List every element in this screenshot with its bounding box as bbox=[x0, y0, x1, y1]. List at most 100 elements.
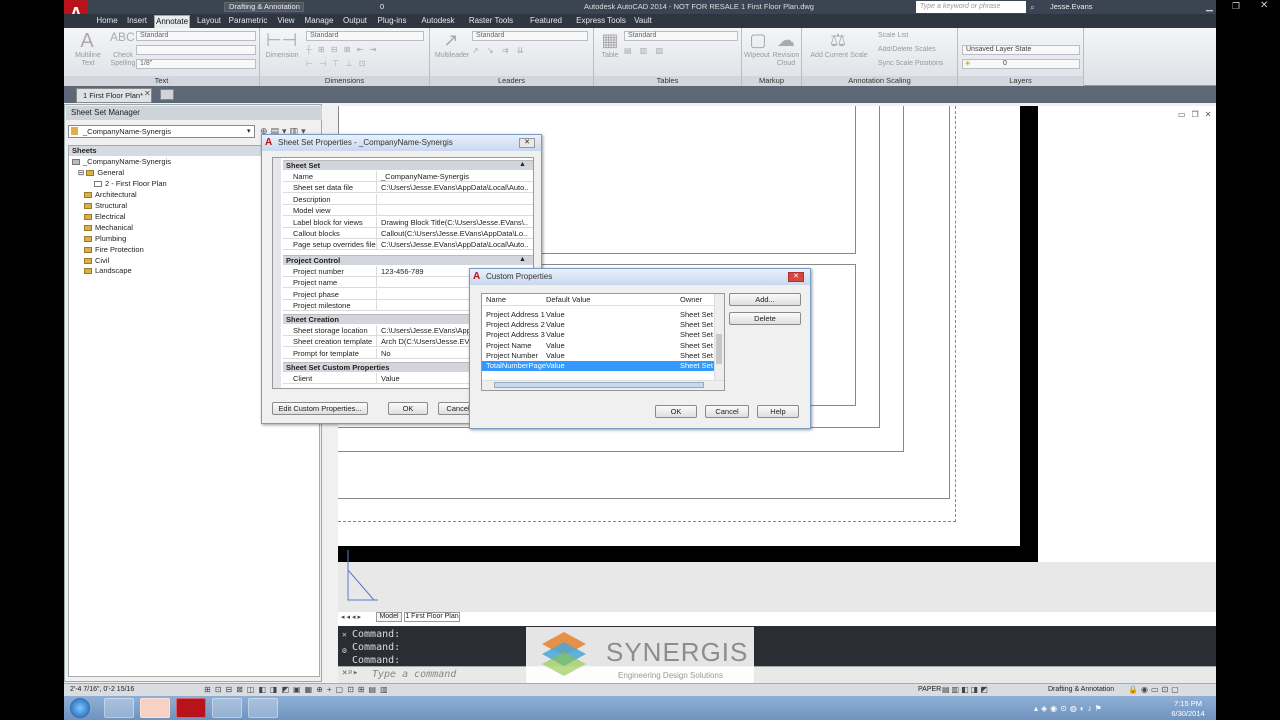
list-item[interactable]: Project Address 3 Value Sheet Set bbox=[482, 330, 714, 340]
app-taskbar-icon[interactable] bbox=[212, 698, 242, 718]
list-item[interactable]: Project Name Value Sheet Set bbox=[482, 341, 714, 351]
table-style-combo[interactable]: Standard bbox=[624, 31, 738, 41]
text-style-combo[interactable]: Standard bbox=[136, 31, 256, 41]
tree-mechanical[interactable]: Mechanical bbox=[84, 223, 133, 233]
tab-vault[interactable]: Vault bbox=[630, 15, 656, 28]
tab-manage[interactable]: Manage bbox=[302, 15, 336, 28]
tab-layout[interactable]: Layout bbox=[194, 15, 224, 28]
sheet-set-properties-close-button[interactable]: ✕ bbox=[519, 138, 535, 148]
text-panel-title[interactable]: Text bbox=[64, 76, 259, 86]
text-find-combo[interactable] bbox=[136, 45, 256, 55]
tab-plugins[interactable]: Plug-ins bbox=[374, 15, 410, 28]
list-item[interactable]: Project Address 2 Value Sheet Set bbox=[482, 320, 714, 330]
multiline-text-icon[interactable]: A bbox=[72, 30, 102, 53]
paper-space-toggle[interactable]: PAPER bbox=[918, 684, 941, 696]
leaders-panel-title[interactable]: Leaders bbox=[430, 76, 593, 86]
search-icon[interactable]: ⌕ bbox=[1030, 2, 1035, 13]
wipeout-icon[interactable]: ▢ bbox=[746, 30, 770, 51]
layer-combo[interactable]: 0 bbox=[962, 59, 1080, 69]
layer-quick-dropdown[interactable]: 0 bbox=[380, 2, 460, 12]
chevron-down-icon[interactable]: ▾ bbox=[247, 127, 251, 135]
tables-panel-title[interactable]: Tables bbox=[594, 76, 741, 86]
section-project-control[interactable]: Project Control bbox=[283, 255, 533, 265]
ok-button[interactable]: OK bbox=[388, 402, 428, 415]
sync-scale-positions-button[interactable]: Sync Scale Positions bbox=[878, 60, 956, 68]
property-row[interactable]: Model view bbox=[283, 205, 533, 217]
custom-properties-close-button[interactable]: ✕ bbox=[788, 272, 804, 282]
tab-first-floor-plan-layout[interactable]: 1 First Floor Plan bbox=[404, 612, 460, 622]
wrench-icon[interactable]: ⚙ bbox=[342, 646, 347, 655]
check-spelling-icon[interactable]: ABC bbox=[110, 30, 135, 44]
restore-icon[interactable]: ❐ bbox=[1232, 1, 1240, 12]
tab-parametric[interactable]: Parametric bbox=[228, 15, 268, 28]
sheet-set-dropdown[interactable]: _CompanyName-Synergis bbox=[68, 125, 255, 138]
start-button[interactable] bbox=[70, 698, 90, 718]
drafting-toggle-icons[interactable]: ⊞⊡⊟⊠◫◧◨◩▣▦⊕+▢⊡⊞▤▥ bbox=[204, 684, 392, 696]
file-tab-close-icon[interactable]: ✕ bbox=[144, 89, 151, 98]
add-current-scale-icon[interactable]: ⚖ bbox=[826, 30, 850, 51]
table-tools-row[interactable]: ▤ ▥ ▧ bbox=[624, 46, 666, 55]
leader-style-combo[interactable]: Standard bbox=[472, 31, 588, 41]
delete-property-button[interactable]: Delete bbox=[729, 312, 801, 325]
status-icons[interactable]: ▤▥◧◨◩ bbox=[942, 684, 990, 696]
close-icon[interactable]: ✕ bbox=[1260, 0, 1268, 11]
property-row[interactable]: Description bbox=[283, 193, 533, 205]
property-value[interactable]: _CompanyName-Synergis bbox=[378, 171, 528, 182]
revision-cloud-icon[interactable]: ☁ bbox=[774, 30, 798, 51]
collapse-icon[interactable]: ▲ bbox=[519, 161, 526, 168]
property-value[interactable]: C:\Users\Jesse.EVans\AppData\Local\Auto.… bbox=[378, 182, 528, 193]
property-value[interactable]: C:\Users\Jesse.EVans\AppData\Local\Auto.… bbox=[378, 239, 528, 250]
property-row[interactable]: Label block for views Drawing Block Title… bbox=[283, 216, 533, 228]
status-tray-icons[interactable]: 🔒◉▭⊡▢ bbox=[1128, 684, 1182, 696]
table-icon[interactable]: ▦ bbox=[598, 30, 622, 51]
collapse-icon[interactable]: ▲ bbox=[519, 256, 526, 263]
markup-panel-title[interactable]: Markup bbox=[742, 76, 801, 86]
clock-date[interactable]: 6/30/2014 bbox=[1168, 709, 1208, 718]
multileader-icon[interactable]: ↗ bbox=[436, 30, 466, 51]
dimension-tools-row[interactable]: ┼ ⊞ ⊟ ⊠ ⇤ ⇥ bbox=[306, 45, 424, 55]
section-sheet-set[interactable]: Sheet Set bbox=[283, 160, 533, 170]
tree-general[interactable]: ⊟ General bbox=[78, 168, 124, 178]
ok-button[interactable]: OK bbox=[655, 405, 697, 418]
dimension-style-combo[interactable]: Standard bbox=[306, 31, 424, 41]
tree-architectural[interactable]: Architectural bbox=[84, 190, 137, 200]
leader-tools-row[interactable]: ↗ ↘ ⇉ ⇊ bbox=[472, 46, 526, 55]
viewport-window-controls[interactable]: ▭❐✕ bbox=[1178, 110, 1217, 119]
tree-structural[interactable]: Structural bbox=[84, 201, 127, 211]
tab-raster-tools[interactable]: Raster Tools bbox=[468, 15, 514, 28]
annotation-scaling-panel-title[interactable]: Annotation Scaling bbox=[802, 76, 957, 86]
command-input[interactable]: ✕⌕▸ Type a command bbox=[338, 666, 1216, 683]
user-account[interactable]: Jesse.Evans bbox=[1050, 2, 1093, 12]
camtasia-taskbar-icon[interactable] bbox=[248, 698, 278, 718]
powerpoint-taskbar-icon[interactable] bbox=[140, 698, 170, 718]
workspace-switch[interactable]: Drafting & Annotation bbox=[1048, 684, 1122, 696]
search-input[interactable]: Type a keyword or phrase bbox=[916, 1, 1026, 13]
minimize-icon[interactable]: ▁ bbox=[1206, 1, 1213, 12]
system-tray-icons[interactable]: ▴◈◉⊙◍◐♪⚑ bbox=[1034, 704, 1105, 713]
layout-tab-nav-icon[interactable]: ◂◂◂▸ bbox=[341, 613, 363, 621]
list-item[interactable]: Project Address 1 Value Sheet Set bbox=[482, 310, 714, 320]
property-value[interactable]: Callout(C:\Users\Jesse.EVans\AppData\Lo.… bbox=[378, 228, 528, 239]
tab-output[interactable]: Output bbox=[340, 15, 370, 28]
tab-home[interactable]: Home bbox=[94, 15, 120, 28]
tree-sheet-first-floor[interactable]: 2 - First Floor Plan bbox=[94, 179, 167, 189]
workspace-dropdown[interactable]: Drafting & Annotation bbox=[224, 2, 304, 12]
list-item[interactable]: Project Number Value Sheet Set bbox=[482, 351, 714, 361]
close-icon[interactable]: ✕ bbox=[342, 630, 347, 639]
clock-time[interactable]: 7:15 PM bbox=[1168, 699, 1208, 708]
tab-featured-apps[interactable]: Featured Apps bbox=[520, 15, 572, 37]
text-height-combo[interactable]: 1/8" bbox=[136, 59, 256, 69]
dimension-icon[interactable]: ⊢⊣ bbox=[266, 30, 297, 51]
dimensions-panel-title[interactable]: Dimensions bbox=[260, 76, 429, 86]
list-item-selected[interactable]: TotalNumberPage Value Sheet Set bbox=[482, 361, 714, 371]
dimension-tools-row-2[interactable]: ⊢ ⊣ ⊤ ⊥ ⊡ bbox=[306, 59, 424, 69]
tree-electrical[interactable]: Electrical bbox=[84, 212, 125, 222]
column-owner[interactable]: Owner bbox=[680, 294, 702, 306]
tab-express-tools[interactable]: Express Tools bbox=[576, 15, 626, 28]
column-name[interactable]: Name bbox=[486, 294, 506, 306]
property-row[interactable]: Callout blocks Callout(C:\Users\Jesse.EVa… bbox=[283, 228, 533, 239]
explorer-taskbar-icon[interactable] bbox=[104, 698, 134, 718]
command-prompt-icon[interactable]: ✕⌕▸ bbox=[342, 668, 358, 678]
tree-root[interactable]: _CompanyName-Synergis bbox=[72, 157, 171, 167]
layers-panel-title[interactable]: Layers bbox=[958, 76, 1083, 86]
